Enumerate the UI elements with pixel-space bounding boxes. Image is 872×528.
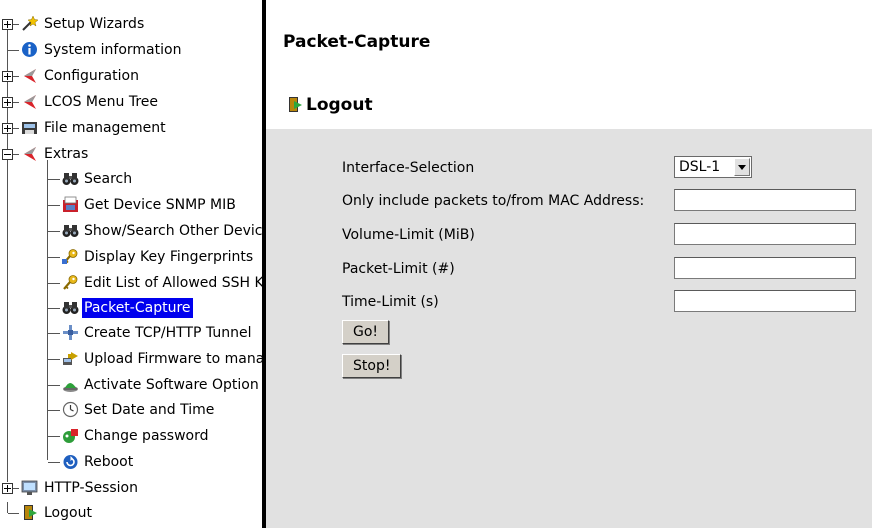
tree-item-label: LCOS Menu Tree [44, 94, 158, 110]
logout-icon [289, 97, 302, 112]
tree-item-label: Activate Software Option [84, 377, 259, 393]
tree-item-lcos-menu-tree[interactable]: LCOS Menu Tree [0, 91, 262, 115]
tree-item-label: Get Device SNMP MIB [84, 197, 236, 213]
navigation-tree: Setup Wizards System information Configu… [0, 0, 262, 528]
interface-select[interactable]: DSL-1 [674, 156, 752, 178]
tree-item-label: Edit List of Allowed SSH Keys [84, 275, 262, 291]
tree-item-get-device-snmp-mib[interactable]: Get Device SNMP MIB [0, 194, 262, 218]
edit-key-icon [63, 275, 78, 290]
interface-select-value: DSL-1 [679, 159, 721, 175]
page-title: Packet-Capture [283, 32, 431, 52]
tree-item-file-management[interactable]: File management [0, 117, 262, 141]
tree-item-search[interactable]: Search [0, 168, 262, 192]
time-limit-input[interactable] [674, 290, 856, 312]
tree-item-system-information[interactable]: System information [0, 39, 262, 63]
expand-icon[interactable] [2, 483, 13, 494]
content-frame: Packet-Capture Logout Interface-Selectio… [266, 0, 872, 528]
tree-item-upload-firmware[interactable]: Upload Firmware to managed Devices [0, 348, 262, 372]
tree-item-label: Upload Firmware to managed Devices [84, 351, 262, 367]
tree-item-packet-capture[interactable]: Packet-Capture [0, 297, 262, 321]
packet-capture-form: Interface-Selection DSL-1 Only include p… [266, 129, 872, 528]
tree-item-extras[interactable]: Extras [0, 143, 262, 167]
binoculars-icon [62, 225, 79, 237]
key-icon [62, 249, 78, 264]
tree-item-label: Packet-Capture [82, 298, 193, 318]
collapse-icon[interactable] [2, 149, 13, 160]
file-management-icon [22, 122, 37, 134]
tree-item-logout[interactable]: Logout [0, 502, 262, 526]
clock-icon [62, 401, 79, 418]
tree-item-activate-software-option[interactable]: Activate Software Option [0, 374, 262, 398]
password-icon [63, 429, 78, 443]
tree-item-label: Set Date and Time [84, 402, 215, 418]
packet-limit-input[interactable] [674, 257, 856, 279]
tree-item-label: Display Key Fingerprints [84, 249, 254, 265]
snmp-mib-icon [63, 196, 78, 212]
tree-item-label: Configuration [44, 68, 139, 84]
expand-icon[interactable] [2, 71, 13, 82]
tree-item-edit-list-of-allowed-ssh-keys[interactable]: Edit List of Allowed SSH Keys [0, 272, 262, 296]
volume-limit-input[interactable] [674, 223, 856, 245]
extras-icon [24, 147, 36, 161]
tree-item-label: HTTP-Session [44, 480, 138, 496]
tree-item-show-search-other-devices[interactable]: Show/Search Other Devices [0, 220, 262, 244]
tree-item-create-tcp-http-tunnel[interactable]: Create TCP/HTTP Tunnel [0, 322, 262, 346]
upload-firmware-icon [63, 352, 78, 365]
tunnel-icon [63, 325, 78, 340]
tree-item-set-date-and-time[interactable]: Set Date and Time [0, 399, 262, 423]
info-icon [22, 42, 37, 57]
tree-item-label: Change password [84, 428, 209, 444]
packet-limit-label: Packet-Limit (#) [342, 261, 455, 277]
binoculars-icon [62, 302, 79, 314]
tree-item-label: Extras [44, 146, 89, 162]
tree-item-label: Reboot [84, 454, 134, 470]
tree-item-http-session[interactable]: HTTP-Session [0, 477, 262, 501]
tree-item-label: Setup Wizards [44, 16, 145, 32]
tree-item-configuration[interactable]: Configuration [0, 65, 262, 89]
http-session-icon [21, 480, 38, 495]
tree-item-label: Search [84, 171, 133, 187]
wizard-icon [22, 15, 38, 31]
stop-button[interactable]: Stop! [342, 354, 402, 378]
tree-item-label: File management [44, 120, 166, 136]
expand-icon[interactable] [2, 123, 13, 134]
time-limit-label: Time-Limit (s) [342, 294, 439, 310]
chevron-down-icon[interactable] [734, 158, 750, 176]
menu-tree-icon [24, 95, 36, 109]
tree-item-display-key-fingerprints[interactable]: Display Key Fingerprints [0, 246, 262, 270]
mac-address-label: Only include packets to/from MAC Address… [342, 193, 645, 209]
tree-item-reboot[interactable]: Reboot [0, 451, 262, 475]
tree-item-change-password[interactable]: Change password [0, 425, 262, 449]
tree-item-label: Create TCP/HTTP Tunnel [84, 325, 252, 341]
logout-link[interactable]: Logout [306, 93, 373, 117]
software-option-icon [63, 383, 78, 392]
tree-item-setup-wizards[interactable]: Setup Wizards [0, 13, 262, 37]
reboot-icon [63, 455, 78, 469]
expand-icon[interactable] [2, 97, 13, 108]
tree-item-label: Logout [44, 505, 92, 521]
tree-item-label: Show/Search Other Devices [84, 223, 262, 239]
config-icon [24, 69, 36, 83]
go-button[interactable]: Go! [342, 320, 390, 344]
binoculars-icon [62, 173, 79, 185]
expand-icon[interactable] [2, 19, 13, 30]
volume-limit-label: Volume-Limit (MiB) [342, 227, 475, 243]
mac-address-input[interactable] [674, 189, 856, 211]
interface-selection-label: Interface-Selection [342, 160, 475, 176]
logout-icon [24, 505, 37, 520]
tree-item-label: System information [44, 42, 182, 58]
